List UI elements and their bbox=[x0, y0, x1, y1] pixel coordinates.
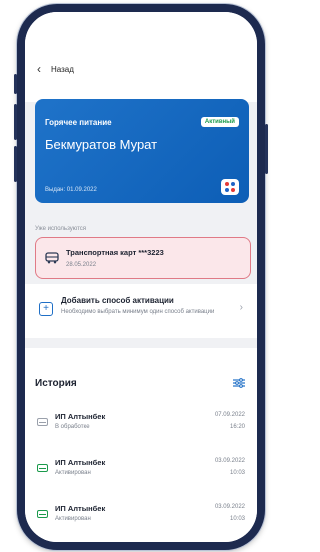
history-row-name: ИП Алтынбек bbox=[55, 412, 106, 421]
back-label: Назад bbox=[51, 64, 74, 74]
history-row-time: 10:03 bbox=[229, 470, 245, 476]
in-use-label: Уже используются bbox=[35, 226, 87, 232]
transport-card-date: 28.05.2022 bbox=[66, 262, 97, 268]
meal-card[interactable]: Горячее питание Активный Бекмуратов Мура… bbox=[35, 99, 249, 203]
history-row-date: 03.09.2022 bbox=[214, 458, 245, 464]
add-activation-method[interactable]: + Добавить способ активации Необходимо в… bbox=[25, 284, 257, 338]
card-title: Горячее питание bbox=[45, 118, 112, 127]
history-row-date: 07.09.2022 bbox=[214, 412, 245, 418]
history-row-time: 10:03 bbox=[229, 516, 245, 522]
power-button bbox=[265, 124, 268, 174]
volume-up-button bbox=[14, 104, 17, 140]
status-badge: Активный bbox=[200, 117, 239, 127]
chevron-right-icon: › bbox=[239, 302, 243, 313]
bus-icon bbox=[45, 251, 59, 269]
history-row-icon bbox=[37, 510, 48, 518]
add-method-description: Необходимо выбрать минимум один способ а… bbox=[61, 309, 215, 315]
plus-icon: + bbox=[39, 302, 53, 316]
card-issued-date: Выдан: 01.09.2022 bbox=[45, 187, 97, 193]
filter-icon[interactable] bbox=[233, 378, 245, 388]
app-screen: ‹ Назад Горячее питание Активный Бекмура… bbox=[25, 12, 257, 542]
add-method-title: Добавить способ активации bbox=[61, 296, 174, 305]
history-row-status: В обработке bbox=[55, 424, 90, 430]
mute-switch bbox=[14, 74, 17, 94]
history-row-icon bbox=[37, 464, 48, 472]
history-row-name: ИП Алтынбек bbox=[55, 458, 106, 467]
history-row-name: ИП Алтынбек bbox=[55, 504, 106, 513]
history-row-status: Активирован bbox=[55, 470, 91, 476]
history-title: История bbox=[35, 378, 77, 389]
history-row-icon bbox=[37, 418, 48, 426]
back-button[interactable]: ‹ Назад bbox=[37, 62, 74, 76]
back-arrow-icon: ‹ bbox=[37, 62, 41, 76]
transport-card-item[interactable]: Транспортная карт ***3223 28.05.2022 bbox=[35, 237, 251, 279]
transport-card-title: Транспортная карт ***3223 bbox=[66, 248, 164, 257]
history-section: История ИП Алтынбек В обработке 07.09.20… bbox=[25, 348, 257, 542]
history-row[interactable]: ИП Алтынбек В обработке 07.09.2022 16:20 bbox=[25, 404, 257, 444]
card-holder-name: Бекмуратов Мурат bbox=[45, 137, 158, 152]
history-row[interactable]: ИП Алтынбек Активирован 03.09.2022 10:03 bbox=[25, 496, 257, 536]
history-row-date: 03.09.2022 bbox=[214, 504, 245, 510]
card-logo-icon bbox=[221, 179, 239, 195]
history-row-time: 16:20 bbox=[229, 424, 245, 430]
volume-down-button bbox=[14, 146, 17, 182]
history-row-status: Активирован bbox=[55, 516, 91, 522]
top-bar: ‹ Назад bbox=[25, 12, 257, 102]
history-row[interactable]: ИП Алтынбек Активирован 03.09.2022 10:03 bbox=[25, 450, 257, 490]
phone-frame: ‹ Назад Горячее питание Активный Бекмура… bbox=[14, 4, 268, 550]
